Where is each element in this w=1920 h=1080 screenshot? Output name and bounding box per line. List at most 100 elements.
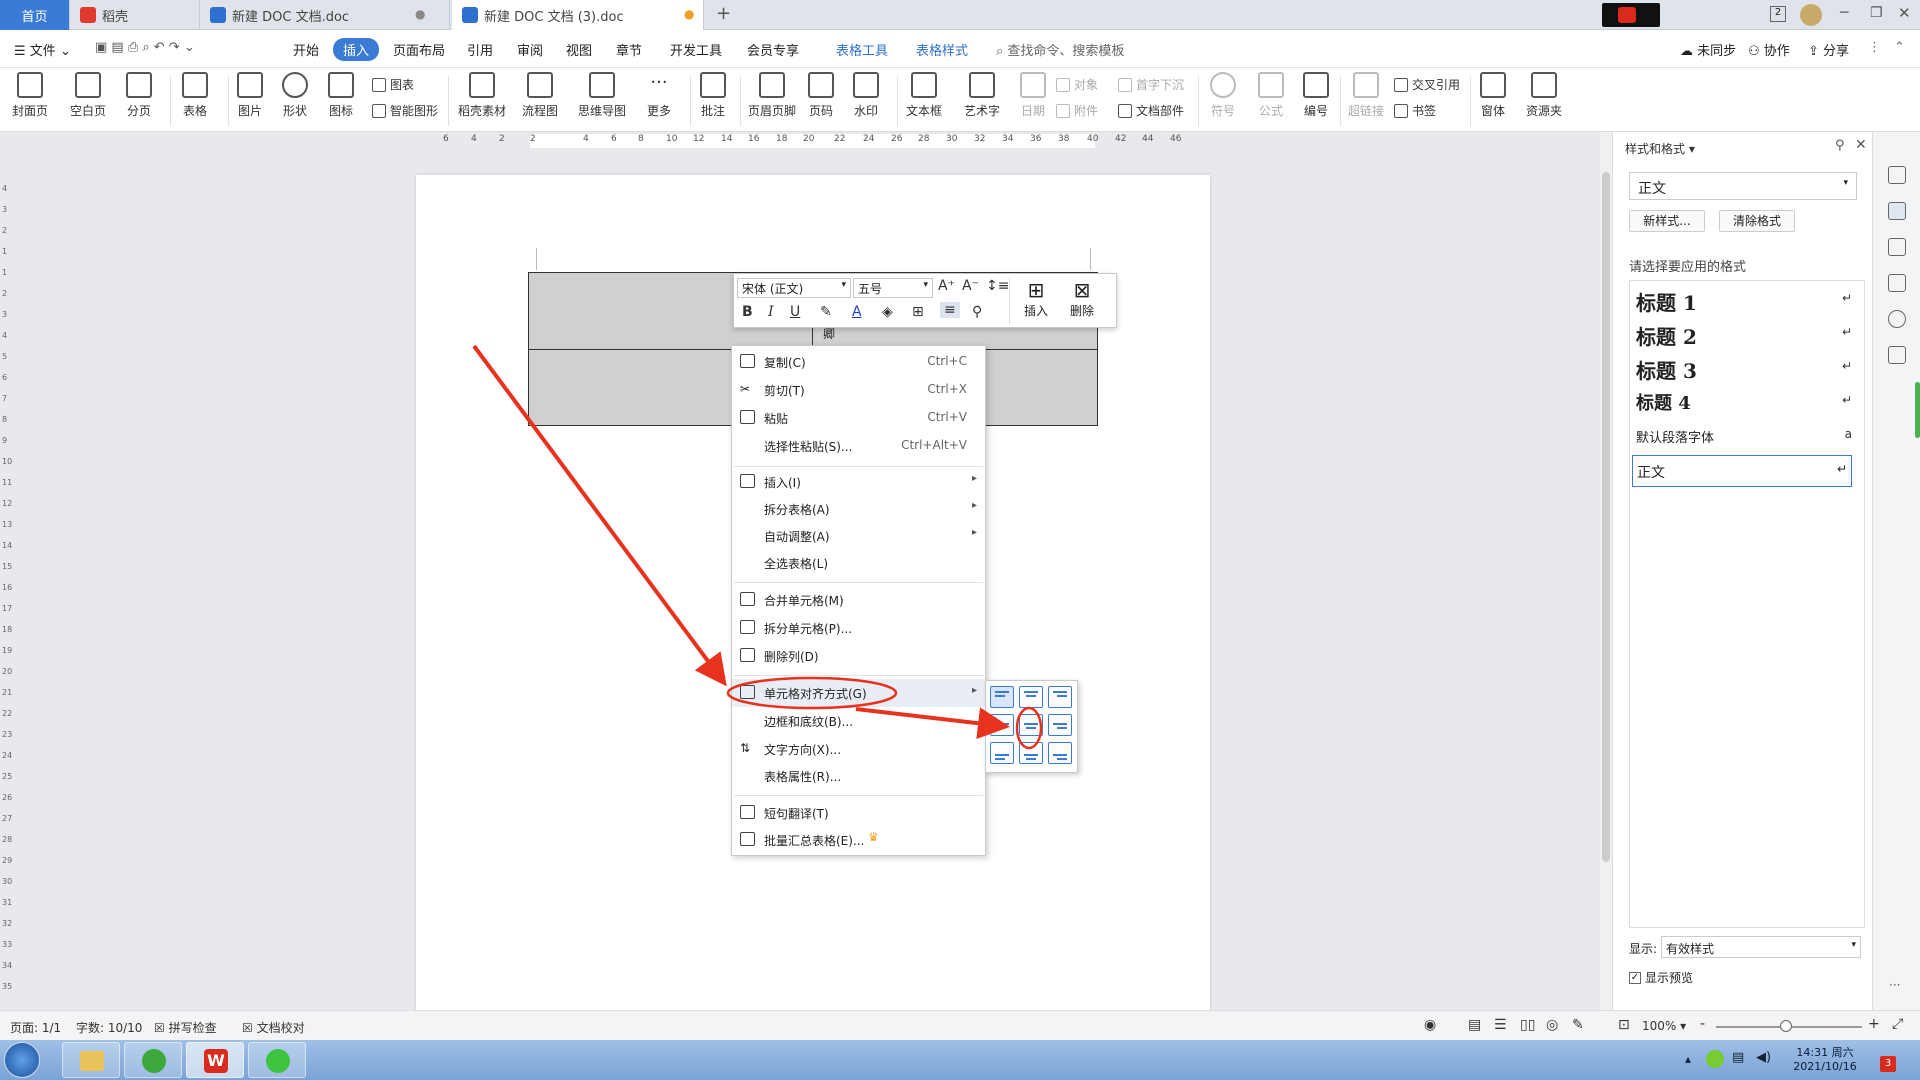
taskbar-browser[interactable] [124, 1042, 182, 1078]
align-top-right-icon[interactable] [1048, 686, 1072, 708]
menu-start[interactable]: 开始 [293, 40, 319, 59]
notification-badge[interactable]: 3 [1880, 1056, 1896, 1072]
current-style-select[interactable]: 正文 ▾ [1629, 172, 1857, 200]
textbox-button[interactable]: 文本框 [906, 72, 942, 119]
align-middle-right-icon[interactable] [1048, 714, 1072, 736]
icon-button[interactable]: 图标 [328, 72, 354, 119]
menu-item-autofit[interactable]: 自动调整(A) ▸ [732, 524, 985, 548]
page-number-button[interactable]: 页码 [808, 72, 834, 119]
attachment-button[interactable]: 附件 [1056, 102, 1098, 119]
align-top-left-icon[interactable] [990, 686, 1014, 708]
menu-member[interactable]: 会员专享 [747, 40, 799, 59]
border-icon[interactable]: ⊞ [912, 304, 924, 320]
tray-expand-icon[interactable]: ▴ [1685, 1052, 1691, 1066]
blank-page-button[interactable]: 空白页 [70, 72, 106, 119]
shape-button[interactable]: 形状 [282, 72, 308, 119]
menu-view[interactable]: 视图 [566, 40, 592, 59]
doc-parts-button[interactable]: 文档部件 [1118, 102, 1184, 119]
underline-button[interactable]: U [790, 304, 800, 320]
preview-checkbox[interactable]: ✓ 显示预览 [1629, 969, 1693, 986]
shading-icon[interactable]: ◈ [882, 304, 893, 320]
clock[interactable]: 14:31 周六 2021/10/16 [1790, 1044, 1860, 1073]
cross-ref-button[interactable]: 交叉引用 [1394, 76, 1460, 93]
shrink-font-icon[interactable]: A⁻ [962, 278, 979, 294]
hyperlink-button[interactable]: 超链接 [1348, 72, 1384, 119]
align-middle-center-icon[interactable] [1019, 714, 1043, 736]
volume-icon[interactable]: ◀) [1756, 1050, 1771, 1065]
menu-item-split-cells[interactable]: 拆分单元格(P)... [732, 616, 985, 640]
menu-item-translate[interactable]: 短句翻译(T) [732, 801, 985, 825]
align-icon[interactable]: ≡ [940, 302, 960, 318]
wordart-button[interactable]: 艺术字 [964, 72, 1000, 119]
align-bottom-right-icon[interactable] [1048, 742, 1072, 764]
clear-format-button[interactable]: 清除格式 [1719, 210, 1795, 232]
more-icon[interactable]: ··· [1889, 978, 1900, 992]
menu-item-merge-cells[interactable]: 合并单元格(M) [732, 588, 985, 612]
menu-item-paste[interactable]: 粘贴 Ctrl+V [732, 406, 985, 430]
smart-graphic-button[interactable]: 智能图形 [372, 102, 438, 119]
close-icon[interactable]: ● [415, 7, 425, 21]
menu-developer[interactable]: 开发工具 [670, 40, 722, 59]
menu-item-borders[interactable]: 边框和底纹(B)... [732, 709, 985, 733]
menu-item-paste-special[interactable]: 选择性粘贴(S)... Ctrl+Alt+V [732, 434, 985, 458]
show-select[interactable]: 有效样式 ▾ [1661, 936, 1861, 958]
align-bottom-center-icon[interactable] [1019, 742, 1043, 764]
insert-table-button[interactable]: ⊞ 插入 [1024, 278, 1048, 319]
vertical-scrollbar[interactable] [1600, 132, 1612, 1010]
zoom-in-button[interactable]: + [1868, 1016, 1880, 1032]
menu-item-cut[interactable]: ✂ 剪切(T) Ctrl+X [732, 378, 985, 402]
menu-chapter[interactable]: 章节 [616, 40, 642, 59]
delete-table-button[interactable]: ⊠ 删除 [1070, 278, 1094, 319]
menu-item-text-direction[interactable]: ⇅ 文字方向(X)... [732, 737, 985, 761]
drop-cap-button[interactable]: 首字下沉 [1118, 76, 1184, 93]
tab-home[interactable]: 首页 [0, 0, 70, 30]
bookmark-button[interactable]: 书签 [1394, 102, 1436, 119]
font-color-icon[interactable]: A [852, 304, 862, 320]
tab-doc-active[interactable]: 新建 DOC 文档 (3).doc ● [452, 0, 704, 30]
menu-item-table-properties[interactable]: 表格属性(R)... [732, 764, 985, 788]
menu-table-style[interactable]: 表格样式 [916, 40, 968, 59]
cursor-icon[interactable] [1888, 238, 1906, 256]
line-spacing-icon[interactable]: ↕≡ [986, 278, 1009, 294]
style-body[interactable]: 正文 ↵ [1632, 455, 1852, 487]
grow-font-icon[interactable]: A⁺ [938, 278, 955, 294]
menu-item-select-table[interactable]: 全选表格(L) [732, 551, 985, 575]
highlight-icon[interactable]: ✎ [820, 304, 832, 320]
zoom-level[interactable]: 100% ▾ [1642, 1019, 1686, 1033]
taskbar-wps[interactable]: W [186, 1042, 244, 1078]
web-view-icon[interactable]: ◎ [1546, 1017, 1558, 1033]
new-style-button[interactable]: 新样式... [1629, 210, 1705, 232]
restore-icon[interactable]: ❐ [1870, 5, 1883, 21]
tab-doc[interactable]: 新建 DOC 文档.doc ● [200, 0, 450, 30]
zoom-slider-handle[interactable] [1780, 1020, 1792, 1032]
new-tab-button[interactable]: + [716, 3, 731, 24]
minimize-icon[interactable]: ─ [1840, 5, 1848, 21]
menu-item-insert[interactable]: 插入(I) ▸ [732, 470, 985, 494]
style-heading-2[interactable]: 标题 2 [1636, 321, 1697, 350]
page-break-button[interactable]: 分页 [126, 72, 152, 119]
style-heading-4[interactable]: 标题 4 [1636, 389, 1691, 415]
menu-item-copy[interactable]: 复制(C) Ctrl+C [732, 350, 985, 374]
flowchart-button[interactable]: 流程图 [522, 72, 558, 119]
menu-reference[interactable]: 引用 [467, 40, 493, 59]
fit-page-icon[interactable]: ⊡ [1618, 1017, 1630, 1033]
page-view-icon[interactable]: ▤ [1468, 1017, 1481, 1033]
style-heading-3[interactable]: 标题 3 [1636, 355, 1697, 384]
menu-review[interactable]: 审阅 [517, 40, 543, 59]
menu-layout[interactable]: 页面布局 [393, 40, 445, 59]
table-button[interactable]: 表格 [182, 72, 208, 119]
close-window-icon[interactable]: ✕ [1898, 4, 1911, 22]
pen-icon[interactable]: ✎ [1572, 1017, 1584, 1033]
menu-insert[interactable]: 插入 [333, 38, 380, 61]
rocket-icon[interactable] [1888, 166, 1906, 184]
align-top-center-icon[interactable] [1019, 686, 1043, 708]
menu-item-cell-alignment[interactable]: 单元格对齐方式(G) ▸ [732, 679, 985, 707]
unsaved-dot-icon[interactable]: ● [684, 7, 694, 21]
start-button[interactable] [4, 1042, 40, 1078]
form-button[interactable]: 窗体 [1480, 72, 1506, 119]
help-icon[interactable] [1888, 310, 1906, 328]
cover-page-button[interactable]: 封面页 [12, 72, 48, 119]
tray-app-icon[interactable] [1706, 1050, 1724, 1068]
styles-pen-icon[interactable] [1888, 202, 1906, 220]
collaborate-button[interactable]: ⚇ 协作 [1748, 40, 1790, 59]
